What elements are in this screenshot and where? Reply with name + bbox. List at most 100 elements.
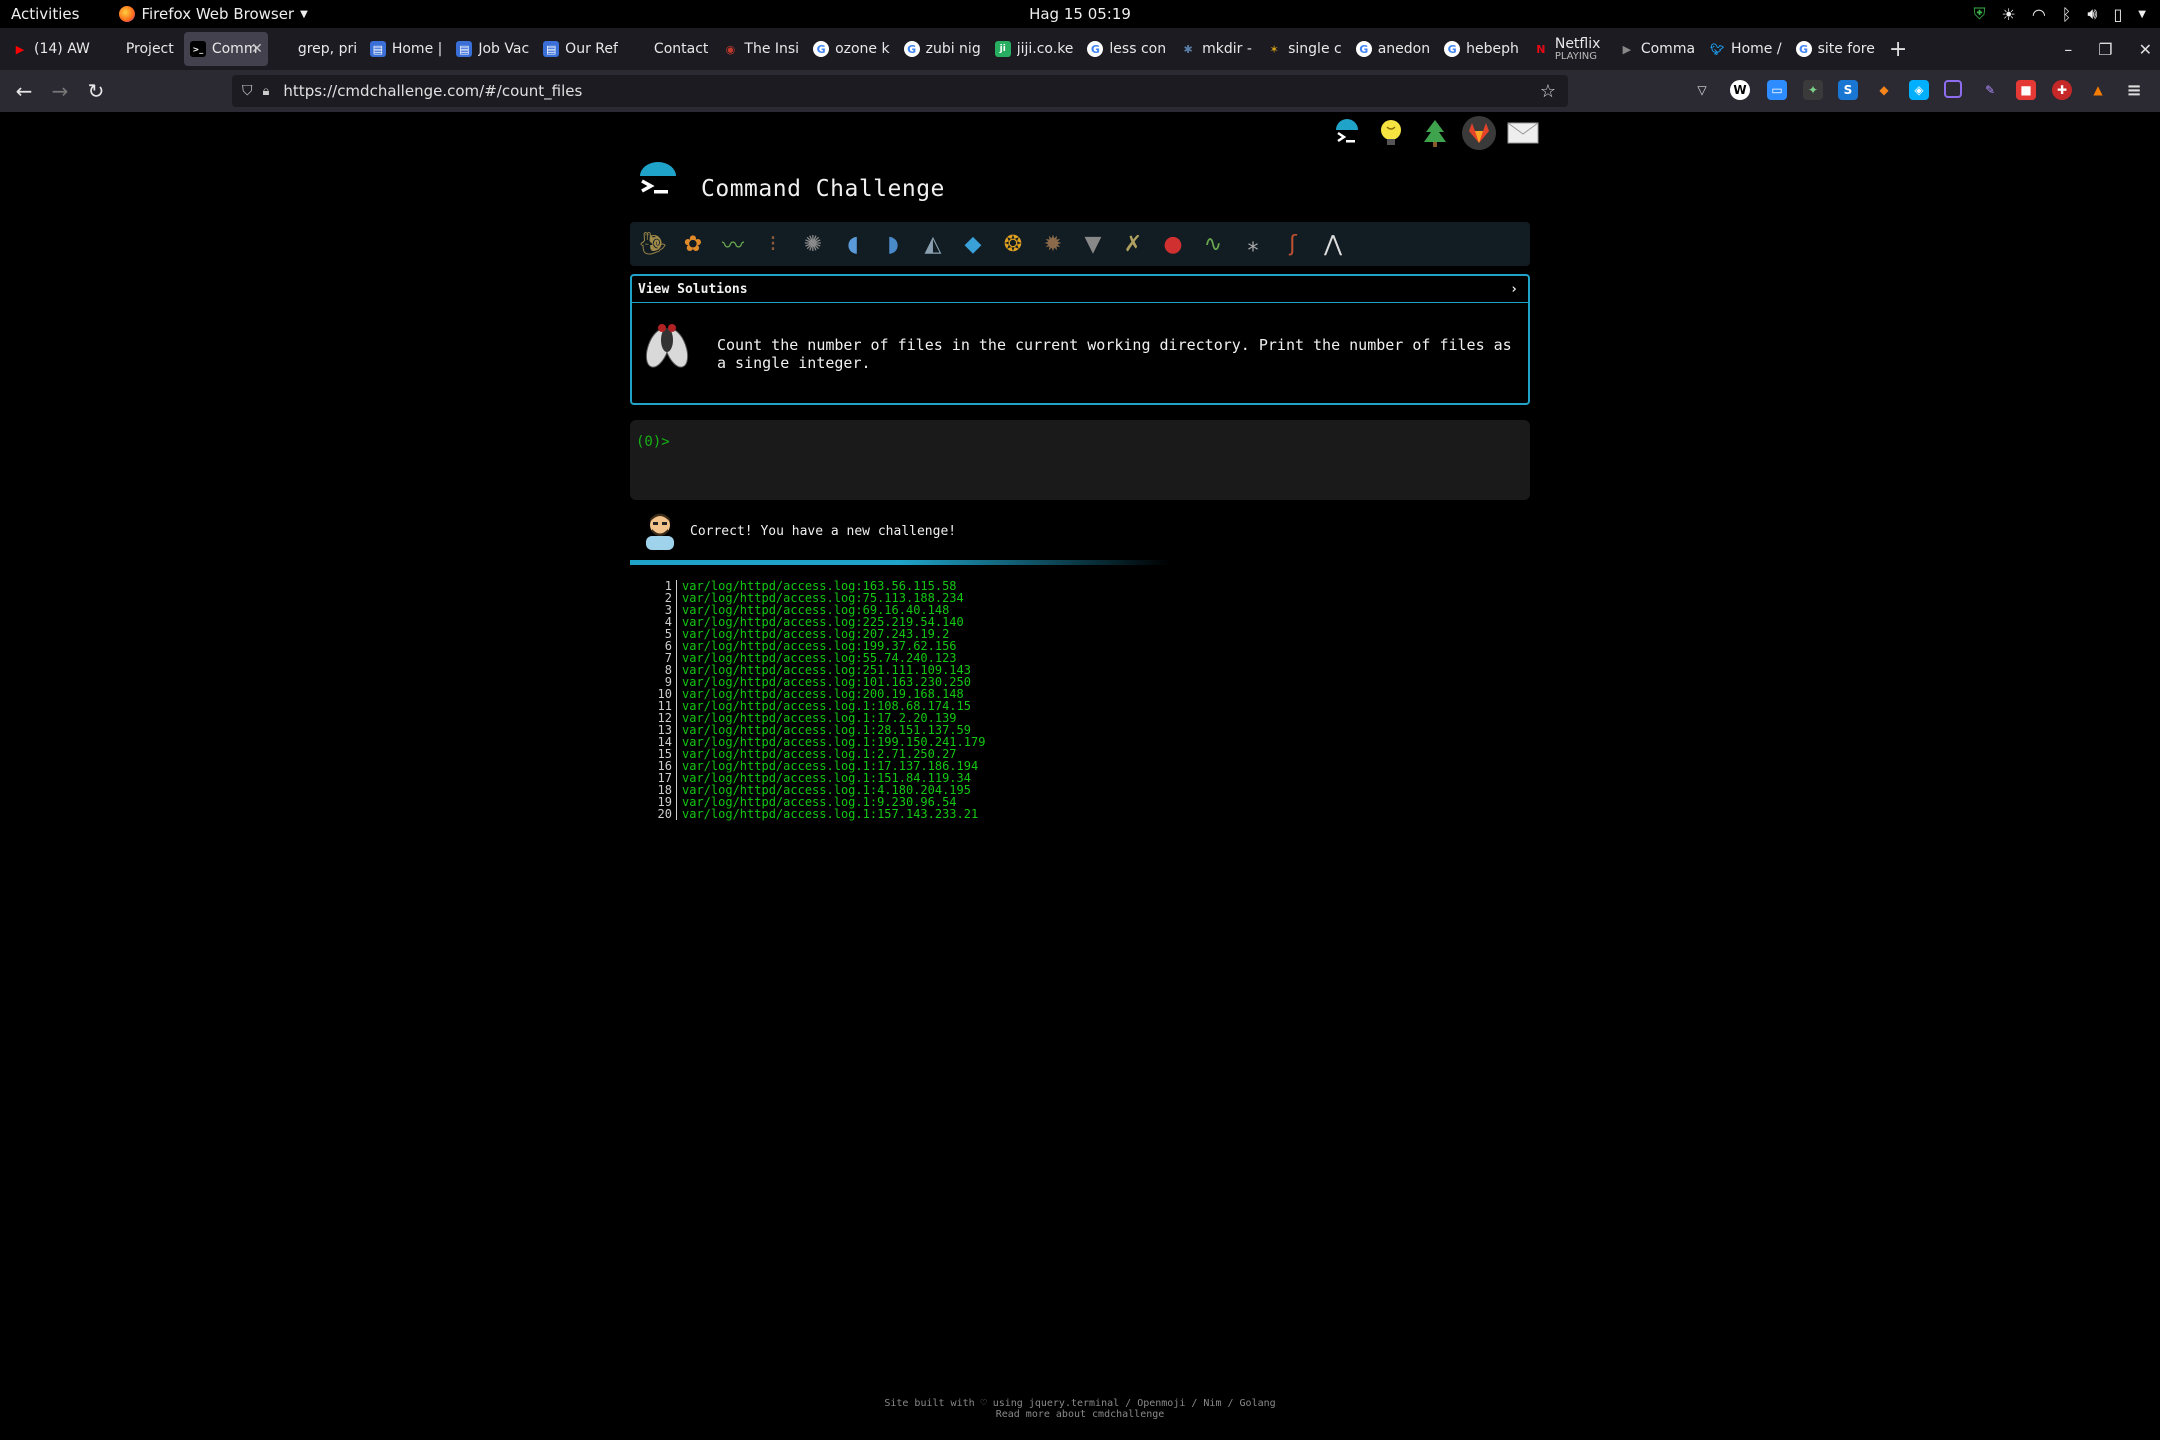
challenge-panel: View Solutions › Count the number of fil… <box>630 274 1530 405</box>
extension-puzzle-icon[interactable]: ✦ <box>1803 80 1823 100</box>
reload-button[interactable]: ↻ <box>78 79 114 103</box>
google-icon: G <box>1355 41 1372 57</box>
system-tray[interactable]: ⛨ ☀ ◠ ᛒ 🔊︎ ▯ ▼ <box>1973 0 2146 28</box>
close-window-button[interactable]: ✕ <box>2139 40 2152 59</box>
tab-list: ▶ (14) AW Project >_Comm✕ grep, print ▤ Home |… <box>6 32 1881 66</box>
url-bar[interactable]: ⛉ 🔒︎ https://cmdchallenge.com/#/count_fi… <box>232 75 1568 107</box>
fox-extension-icon[interactable]: ▲ <box>2088 80 2108 100</box>
new-tab-button[interactable]: + <box>1889 37 1907 62</box>
lock-icon[interactable]: 🔒︎ <box>263 84 270 99</box>
tab-7[interactable]: Contact <box>626 32 714 66</box>
ant-icon[interactable]: ⁝ <box>756 227 790 261</box>
tab-17[interactable]: N Netflix PLAYING <box>1527 32 1611 66</box>
zoom-icon[interactable]: ▭ <box>1767 80 1787 100</box>
maximize-button[interactable]: ❐ <box>2098 40 2112 59</box>
minimize-button[interactable]: – <box>2064 40 2072 59</box>
tab-title: hebeph <box>1466 41 1519 57</box>
hamburger-menu-icon[interactable]: ≡ <box>2124 80 2144 101</box>
site-logo-icon[interactable] <box>636 162 680 206</box>
butterfly-icon[interactable]: ✿ <box>676 227 710 261</box>
tab-2[interactable]: >_ Comm ✕ <box>183 32 268 66</box>
ladybug-icon[interactable]: ● <box>1156 227 1190 261</box>
tab-20[interactable]: Gsite fore <box>1790 32 1881 66</box>
tab-4[interactable]: ▤ Home | <box>364 32 449 66</box>
wikipedia-icon[interactable]: W <box>1730 80 1750 100</box>
shield-icon[interactable]: ⛨ <box>1973 4 1985 24</box>
tab-11[interactable]: ji jiji.co.ke <box>989 32 1080 66</box>
tropical-fish-icon[interactable]: ❂ <box>996 227 1030 261</box>
hedgehog-icon[interactable]: ✹ <box>1036 227 1070 261</box>
tab-16[interactable]: Ghebeph <box>1438 32 1525 66</box>
microbe-icon[interactable]: ✺ <box>796 227 830 261</box>
worm-icon[interactable]: ∿ <box>1196 227 1230 261</box>
tab-13[interactable]: ✱ mkdir - <box>1174 32 1258 66</box>
tracking-shield-icon[interactable]: ⛉ <box>242 83 253 99</box>
page-icon: ▤ <box>543 41 560 57</box>
bluetooth-icon[interactable]: ᛒ <box>2062 5 2072 24</box>
pen-icon[interactable]: ✎ <box>1980 80 2000 100</box>
tab-1[interactable]: Project <box>98 32 182 66</box>
tab-title: less con <box>1109 41 1167 57</box>
terminal-logo-icon[interactable] <box>1330 116 1364 150</box>
tab-10[interactable]: Gzubi nig <box>898 32 987 66</box>
s-extension-icon[interactable]: S <box>1838 80 1858 100</box>
activities-button[interactable]: Activities <box>11 5 79 23</box>
screenshot-icon[interactable] <box>1944 80 1962 98</box>
tab-18[interactable]: ▶ Comma <box>1613 32 1701 66</box>
fish-icon[interactable]: ◆ <box>956 227 990 261</box>
google-icon: G <box>813 41 830 57</box>
flag-extension-icon[interactable]: ✚ <box>2052 80 2072 100</box>
shark-icon[interactable]: ◭ <box>916 227 950 261</box>
tab-6[interactable]: ▤ Our Ref <box>537 32 624 66</box>
metamask-fox-icon[interactable]: ◆ <box>1874 80 1894 100</box>
tab-3[interactable]: grep, print <box>270 32 362 66</box>
wifi-icon[interactable]: ◠ <box>2032 5 2046 24</box>
tab-12[interactable]: Gless con <box>1081 32 1172 66</box>
brightness-icon[interactable]: ☀ <box>2001 5 2015 24</box>
bookmark-star-icon[interactable]: ☆ <box>1540 81 1556 102</box>
blank-icon <box>104 41 120 57</box>
back-button[interactable]: ← <box>6 79 42 103</box>
tab-14[interactable]: ✶ single c <box>1260 32 1348 66</box>
mail-icon[interactable] <box>1506 116 1540 150</box>
footer-credits[interactable]: Site built with ♡ using jquery.terminal … <box>0 1398 2160 1409</box>
pocket-icon[interactable]: ▽ <box>1692 80 1712 100</box>
snail-icon[interactable]: 🐌︎ <box>636 227 670 261</box>
power-menu-icon[interactable]: ▼ <box>2138 9 2146 20</box>
url-text[interactable]: https://cmdchallenge.com/#/count_files <box>283 82 582 100</box>
mosquito-icon[interactable]: ✗ <box>1116 227 1150 261</box>
tab-9[interactable]: Gozone k <box>807 32 896 66</box>
mosquito-small-icon[interactable]: ⁎ <box>1236 227 1270 261</box>
view-solutions-header[interactable]: View Solutions › <box>632 276 1528 303</box>
wolf-icon[interactable]: ▼ <box>1076 227 1110 261</box>
tab-title: Our Ref <box>565 41 618 57</box>
site-title[interactable]: Command Challenge <box>701 176 945 202</box>
scorpion-icon[interactable]: ʃ <box>1276 227 1310 261</box>
red-extension-icon[interactable]: ■ <box>2016 80 2036 100</box>
lightbulb-icon[interactable] <box>1374 116 1408 150</box>
forward-button[interactable]: → <box>42 79 78 103</box>
volume-icon[interactable]: 🔊︎ <box>2087 4 2097 24</box>
tab-title: Job Vac <box>478 41 530 57</box>
clock[interactable]: Hag 15 05:19 <box>1000 5 1160 23</box>
google-icon: G <box>1444 41 1461 57</box>
tab-title: The Insi <box>744 41 800 57</box>
whale-icon[interactable]: ◖ <box>836 227 870 261</box>
close-tab-icon[interactable]: ✕ <box>251 41 263 57</box>
fly-icon[interactable]: ⋀ <box>1316 227 1350 261</box>
tab-5[interactable]: ▤ Job Vac <box>450 32 535 66</box>
tree-icon[interactable] <box>1418 116 1452 150</box>
tab-8[interactable]: ◉ The Insi <box>716 32 805 66</box>
footer-about-link[interactable]: Read more about cmdchallenge <box>0 1409 2160 1420</box>
gitlab-icon[interactable] <box>1462 116 1496 150</box>
extension-badge-icon[interactable]: ◈ <box>1909 80 1929 100</box>
app-menu[interactable]: Firefox Web Browser ▼ <box>119 5 308 23</box>
output-text: var/log/httpd/access.log.1:157.143.233.2… <box>682 807 979 821</box>
battery-icon[interactable]: ▯ <box>2113 5 2122 24</box>
dolphin-icon[interactable]: ◗ <box>876 227 910 261</box>
tab-0[interactable]: ▶ (14) AW <box>6 32 96 66</box>
terminal[interactable]: (0)> <box>630 420 1530 500</box>
tab-19[interactable]: 🐦︎ Home / <box>1703 32 1788 66</box>
caterpillar-icon[interactable]: 〰 <box>716 227 750 261</box>
tab-15[interactable]: Ganedon <box>1350 32 1436 66</box>
